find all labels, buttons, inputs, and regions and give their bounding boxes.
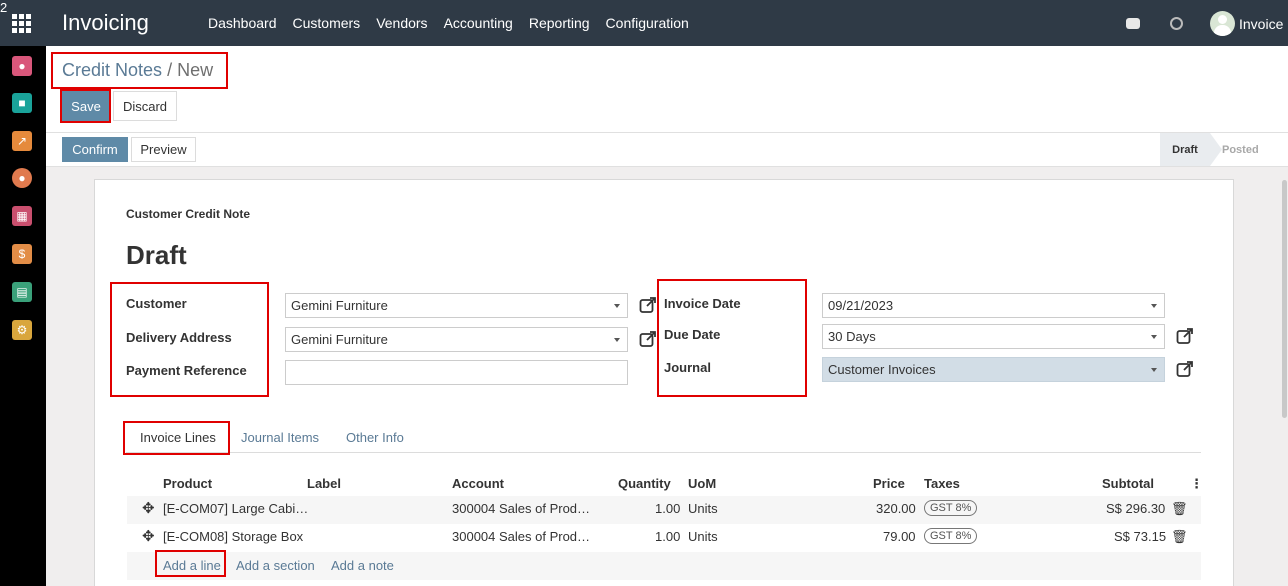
- main-menu: Dashboard Customers Vendors Accounting R…: [200, 0, 697, 46]
- cell-subtotal: S$ 73.15: [1114, 529, 1167, 544]
- dropdown-caret-icon: [1151, 304, 1157, 308]
- document-state-title: Draft: [126, 240, 187, 270]
- cell-account[interactable]: 300004 Sales of Prod…: [452, 501, 590, 516]
- documents-icon[interactable]: ▤: [12, 282, 32, 302]
- cell-product[interactable]: [E-COM07] Large Cabi…: [163, 501, 308, 516]
- inventory-icon[interactable]: ▦: [12, 206, 32, 226]
- apps-menu-icon[interactable]: [12, 14, 32, 33]
- payment-reference-field[interactable]: [285, 360, 628, 385]
- col-taxes[interactable]: Taxes: [924, 476, 960, 491]
- invoicing-icon[interactable]: ↗: [12, 131, 32, 151]
- col-product[interactable]: Product: [163, 476, 212, 491]
- cell-quantity[interactable]: 1.00: [655, 501, 680, 516]
- dropdown-caret-icon: [1151, 368, 1157, 372]
- cell-uom[interactable]: Units: [688, 529, 718, 544]
- tab-journal-items[interactable]: Journal Items: [241, 430, 319, 445]
- highlight-date-fields: [657, 279, 807, 397]
- dropdown-caret-icon: [614, 304, 620, 308]
- external-link-icon[interactable]: [1176, 327, 1194, 345]
- menu-dashboard[interactable]: Dashboard: [200, 15, 285, 31]
- tax-tag[interactable]: GST 8%: [924, 528, 978, 544]
- col-account[interactable]: Account: [452, 476, 504, 491]
- cell-price[interactable]: 320.00: [876, 501, 916, 516]
- menu-reporting[interactable]: Reporting: [521, 15, 598, 31]
- tab-other-info[interactable]: Other Info: [346, 430, 404, 445]
- col-subtotal[interactable]: Subtotal: [1102, 476, 1154, 491]
- user-avatar[interactable]: [1210, 11, 1235, 36]
- message-count-badge: 2: [0, 0, 8, 15]
- app-sidebar: ● ■ ↗ ● ▦ $ ▤ ⚙: [0, 46, 46, 586]
- preview-button[interactable]: Preview: [131, 137, 196, 162]
- delivery-address-value: Gemini Furniture: [291, 332, 388, 347]
- drag-handle-icon[interactable]: ✥: [142, 499, 155, 517]
- drag-handle-icon[interactable]: ✥: [142, 527, 155, 545]
- cell-product[interactable]: [E-COM08] Storage Box: [163, 529, 303, 544]
- table-row[interactable]: ✥ [E-COM08] Storage Box 300004 Sales of …: [127, 524, 1201, 552]
- menu-configuration[interactable]: Configuration: [598, 15, 697, 31]
- col-label[interactable]: Label: [307, 476, 341, 491]
- add-section-link[interactable]: Add a section: [236, 558, 315, 573]
- cell-subtotal: S$ 296.30: [1106, 501, 1166, 516]
- due-date-field[interactable]: 30 Days: [822, 324, 1165, 349]
- activity-clock-icon[interactable]: [1170, 0, 1183, 46]
- cell-account[interactable]: 300004 Sales of Prod…: [452, 529, 590, 544]
- tax-tag[interactable]: GST 8%: [924, 500, 978, 516]
- trash-icon[interactable]: 🗑: [1171, 501, 1188, 517]
- external-link-icon[interactable]: [639, 296, 657, 314]
- cell-uom[interactable]: Units: [688, 501, 718, 516]
- external-link-icon[interactable]: [1176, 360, 1194, 378]
- optional-columns-icon[interactable]: ⋮: [1190, 476, 1203, 492]
- discuss-icon[interactable]: ●: [12, 56, 32, 76]
- confirm-button[interactable]: Confirm: [62, 137, 128, 162]
- highlight-add-line: [155, 550, 226, 577]
- col-quantity[interactable]: Quantity: [618, 476, 671, 491]
- cell-quantity[interactable]: 1.00: [655, 529, 680, 544]
- website-icon[interactable]: ●: [12, 168, 32, 188]
- scrollbar[interactable]: [1282, 180, 1287, 418]
- add-note-link[interactable]: Add a note: [331, 558, 394, 573]
- menu-accounting[interactable]: Accounting: [436, 15, 521, 31]
- status-draft: Draft: [1160, 133, 1210, 166]
- journal-field[interactable]: Customer Invoices: [822, 357, 1165, 382]
- document-type-label: Customer Credit Note: [126, 207, 251, 221]
- invoice-date-value: 09/21/2023: [828, 298, 894, 313]
- journal-value: Customer Invoices: [828, 362, 936, 377]
- external-link-icon[interactable]: [639, 330, 657, 348]
- accounting-icon[interactable]: $: [12, 244, 32, 264]
- menu-customers[interactable]: Customers: [285, 15, 369, 31]
- dropdown-caret-icon: [1151, 335, 1157, 339]
- highlight-save: [60, 89, 111, 123]
- dropdown-caret-icon: [614, 338, 620, 342]
- control-panel: [46, 46, 1288, 132]
- discard-button[interactable]: Discard: [113, 91, 177, 121]
- highlight-customer-fields: [110, 282, 269, 397]
- chat-icon[interactable]: [1126, 0, 1140, 46]
- status-posted[interactable]: Posted: [1222, 133, 1259, 166]
- user-name[interactable]: Invoice: [1239, 16, 1283, 32]
- highlight-invoice-lines-tab: [123, 421, 230, 455]
- contacts-icon[interactable]: ■: [12, 93, 32, 113]
- app-title[interactable]: Invoicing: [62, 10, 149, 36]
- delivery-address-field[interactable]: Gemini Furniture: [285, 327, 628, 352]
- menu-vendors[interactable]: Vendors: [368, 15, 435, 31]
- top-navbar: Invoicing Dashboard Customers Vendors Ac…: [0, 0, 1288, 46]
- invoice-date-field[interactable]: 09/21/2023: [822, 293, 1165, 318]
- col-price[interactable]: Price: [873, 476, 905, 491]
- customer-value: Gemini Furniture: [291, 298, 388, 313]
- status-bar: [46, 132, 1288, 167]
- settings-icon[interactable]: ⚙: [12, 320, 32, 340]
- trash-icon[interactable]: 🗑: [1171, 529, 1188, 545]
- table-row[interactable]: ✥ [E-COM07] Large Cabi… 300004 Sales of …: [127, 496, 1201, 524]
- col-uom[interactable]: UoM: [688, 476, 716, 491]
- cell-price[interactable]: 79.00: [883, 529, 916, 544]
- highlight-breadcrumb: [51, 52, 228, 89]
- due-date-value: 30 Days: [828, 329, 876, 344]
- tabs-divider: [126, 452, 1201, 453]
- customer-field[interactable]: Gemini Furniture: [285, 293, 628, 318]
